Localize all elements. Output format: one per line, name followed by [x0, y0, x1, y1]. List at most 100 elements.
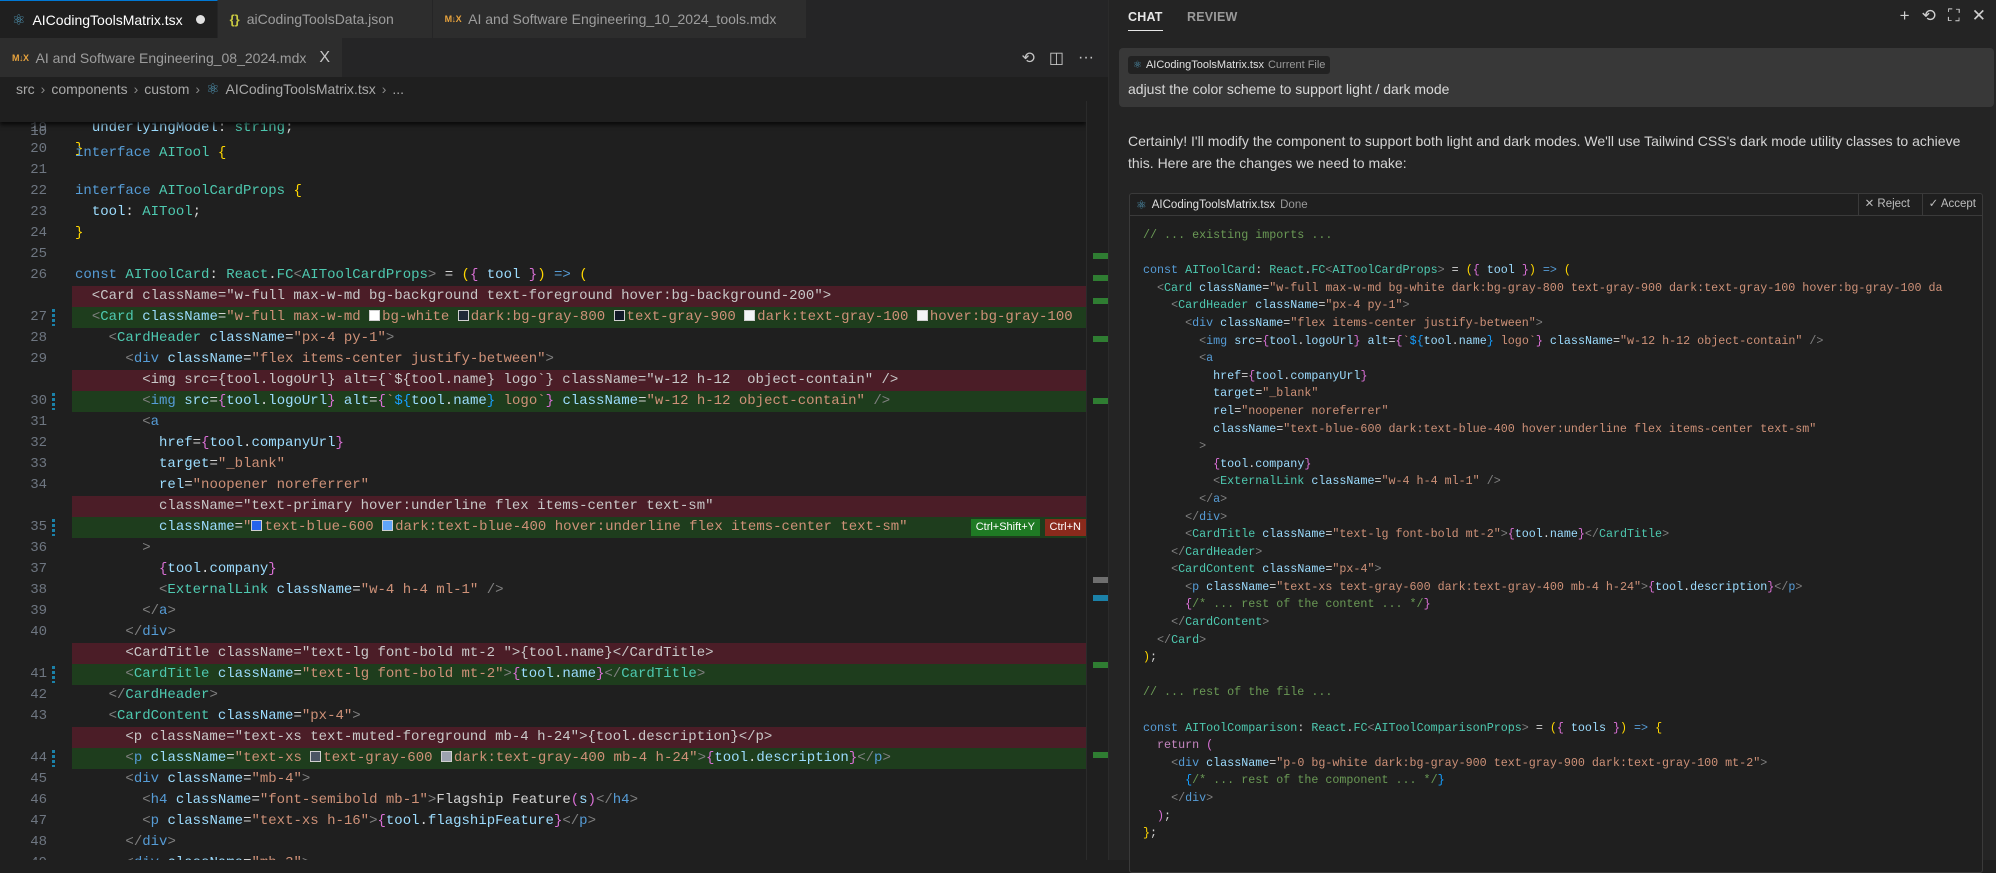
code-line[interactable]: 29 <div className="flex items-center jus… [0, 349, 1086, 370]
color-swatch-icon[interactable] [744, 310, 756, 321]
code-token: description [756, 750, 849, 766]
tab-ai-se-10-2024-tools[interactable]: M↓X AI and Software Engineering_10_2024_… [432, 0, 808, 38]
close-icon[interactable]: X [319, 49, 330, 67]
code-line: <img src={tool.logoUrl} alt={`${tool.nam… [1143, 333, 1982, 351]
tab-aicodingtoolsmatrix[interactable]: ⚛ AICodingToolsMatrix.tsx [0, 0, 218, 38]
code-token: Flagship [436, 792, 504, 808]
diff-gutter-marker[interactable] [52, 393, 55, 410]
accept-button[interactable]: ✓ Accept [1921, 194, 1982, 215]
code-line: <div className="flex items-center justif… [1143, 315, 1982, 333]
code-line[interactable]: 46 <h4 className="font-semibold mb-1">Fl… [0, 790, 1086, 811]
chat-header-actions: + ⟲ ⛶ ✕ [1900, 6, 1986, 26]
code-line[interactable]: 45 <div className="mb-4"> [0, 769, 1086, 790]
code-line[interactable]: 39 </a> [0, 601, 1086, 622]
added-line[interactable]: 35 className=" text-blue-600 dark:text-bl… [0, 517, 1086, 538]
added-line[interactable]: 41 <CardTitle className="text-lg font-bo… [0, 664, 1086, 685]
code-line: <CardContent className="px-4"> [1143, 561, 1982, 579]
color-swatch-icon[interactable] [310, 751, 322, 762]
deleted-line[interactable]: <img src={tool.logoUrl} alt={`${tool.nam… [0, 370, 1086, 391]
code-line[interactable]: 25 [0, 244, 1086, 265]
deleted-line[interactable]: <Card className="w-full max-w-md bg-back… [0, 286, 1086, 307]
line-number: 26 [30, 267, 47, 283]
code-line[interactable]: 47 <p className="text-xs h-16">{tool.fla… [0, 811, 1086, 832]
diff-gutter-marker[interactable] [52, 666, 55, 683]
code-token: ExternalLink [167, 582, 269, 598]
scrollbar-change-marker [1093, 752, 1108, 758]
code-line[interactable]: 38 <ExternalLink className="w-4 h-4 ml-1… [0, 580, 1086, 601]
code-line[interactable]: 31 <a [0, 412, 1086, 433]
diff-gutter-marker[interactable] [52, 309, 55, 326]
code-text: className="text-primary hover:underline … [75, 498, 714, 514]
breadcrumb-item[interactable]: components [51, 81, 127, 97]
history-icon[interactable]: ⟲ [1922, 6, 1936, 26]
tab-review[interactable]: REVIEW [1187, 10, 1238, 24]
reject-button[interactable]: ✕ Reject [1857, 194, 1916, 215]
reject-change-shortcut-button[interactable]: Ctrl+N [1044, 519, 1086, 536]
chevron-right-icon: › [133, 81, 139, 97]
maximize-icon[interactable]: ⛶ [1948, 6, 1960, 26]
tab-chat[interactable]: CHAT [1128, 10, 1163, 31]
tab-ai-se-08-2024[interactable]: M↓X AI and Software Engineering_08_2024.… [0, 38, 344, 77]
color-swatch-icon[interactable] [382, 520, 394, 531]
split-editor-icon[interactable]: ◫ [1049, 48, 1064, 68]
color-swatch-icon[interactable] [613, 310, 625, 321]
code-line[interactable]: 34 rel="noopener noreferrer" [0, 475, 1086, 496]
code-text: <Card className="w-full max-w-md bg-back… [75, 288, 832, 304]
code-line[interactable]: 24} [0, 223, 1086, 244]
code-line[interactable]: 26 const AIToolCard: React.FC<AIToolCardP… [0, 265, 1086, 286]
color-swatch-icon[interactable] [440, 751, 452, 762]
code-line[interactable]: 36 > [0, 538, 1086, 559]
accept-change-shortcut-button[interactable]: Ctrl+Shift+Y [970, 519, 1040, 536]
added-line[interactable]: 30 <img src={tool.logoUrl} alt={`${tool.… [0, 391, 1086, 412]
code-line[interactable]: 28 <CardHeader className="px-4 py-1"> [0, 328, 1086, 349]
color-swatch-icon[interactable] [916, 310, 928, 321]
code-line[interactable]: 49 <div className="mb-3"> [0, 853, 1086, 860]
color-swatch-icon[interactable] [369, 310, 381, 321]
deleted-line[interactable]: className="text-primary hover:underline … [0, 496, 1086, 517]
breadcrumb-item[interactable]: AICodingToolsMatrix.tsx [226, 81, 376, 97]
added-line[interactable]: 27 <Card className="w-full max-w-md bg-w… [0, 307, 1086, 328]
diff-gutter-marker[interactable] [52, 750, 55, 767]
code-token: . [1542, 527, 1550, 542]
deleted-line[interactable]: <p className="text-xs text-muted-foregro… [0, 727, 1086, 748]
code-token: "noopener noreferrer" [192, 477, 370, 493]
code-token: dark:text-gray-100 [757, 309, 917, 325]
more-actions-icon[interactable]: ··· [1078, 49, 1094, 67]
diff-gutter-marker[interactable] [52, 519, 55, 536]
code-line[interactable]: 37 {tool.company} [0, 559, 1086, 580]
code-editor[interactable]: 10 interface AITool { 19 underlyingModel… [0, 101, 1086, 860]
sticky-scroll-line[interactable]: 10 interface AITool { [0, 101, 1086, 161]
markdown-icon: M↓X [444, 14, 462, 24]
code-line[interactable]: 33 target="_blank" [0, 454, 1086, 475]
added-line[interactable]: 44 <p className="text-xs text-gray-600 d… [0, 748, 1086, 769]
color-swatch-icon[interactable] [251, 520, 263, 531]
code-token: text-gray-900 [626, 309, 745, 325]
breadcrumb-item[interactable]: ... [392, 81, 404, 97]
code-line[interactable]: 22 interface AIToolCardProps { [0, 181, 1086, 202]
editor-scrollbar[interactable] [1086, 101, 1108, 860]
tab-aicodingtoolsdata[interactable]: {} aiCodingToolsData.json [217, 0, 433, 38]
code-line[interactable]: 40 </div> [0, 622, 1086, 643]
color-swatch-icon[interactable] [457, 310, 469, 321]
timeline-history-icon[interactable]: ⟲ [1021, 48, 1034, 68]
code-line[interactable]: 42 </CardHeader> [0, 685, 1086, 706]
code-line[interactable]: 23 tool: AITool; [0, 202, 1086, 223]
modified-dot-icon[interactable] [195, 15, 205, 24]
code-line[interactable]: 32 href={tool.companyUrl} [0, 433, 1086, 454]
deleted-line[interactable]: <CardTitle className="text-lg font-bold … [0, 643, 1086, 664]
code-line[interactable]: 48 </div> [0, 832, 1086, 853]
code-token: React [1311, 720, 1347, 735]
code-token: > [882, 750, 891, 766]
close-icon[interactable]: ✕ [1972, 6, 1986, 26]
code-token: "w-12 h-12 object-contain" [646, 393, 865, 409]
file-context-chip[interactable]: ⚛ AICodingToolsMatrix.tsx Current File [1128, 56, 1331, 74]
breadcrumb-item[interactable]: custom [144, 81, 189, 97]
code-token: rel [159, 477, 185, 493]
new-chat-icon[interactable]: + [1900, 6, 1910, 26]
breadcrumb-item[interactable]: src [16, 81, 35, 97]
code-line[interactable]: 43 <CardContent className="px-4"> [0, 706, 1086, 727]
